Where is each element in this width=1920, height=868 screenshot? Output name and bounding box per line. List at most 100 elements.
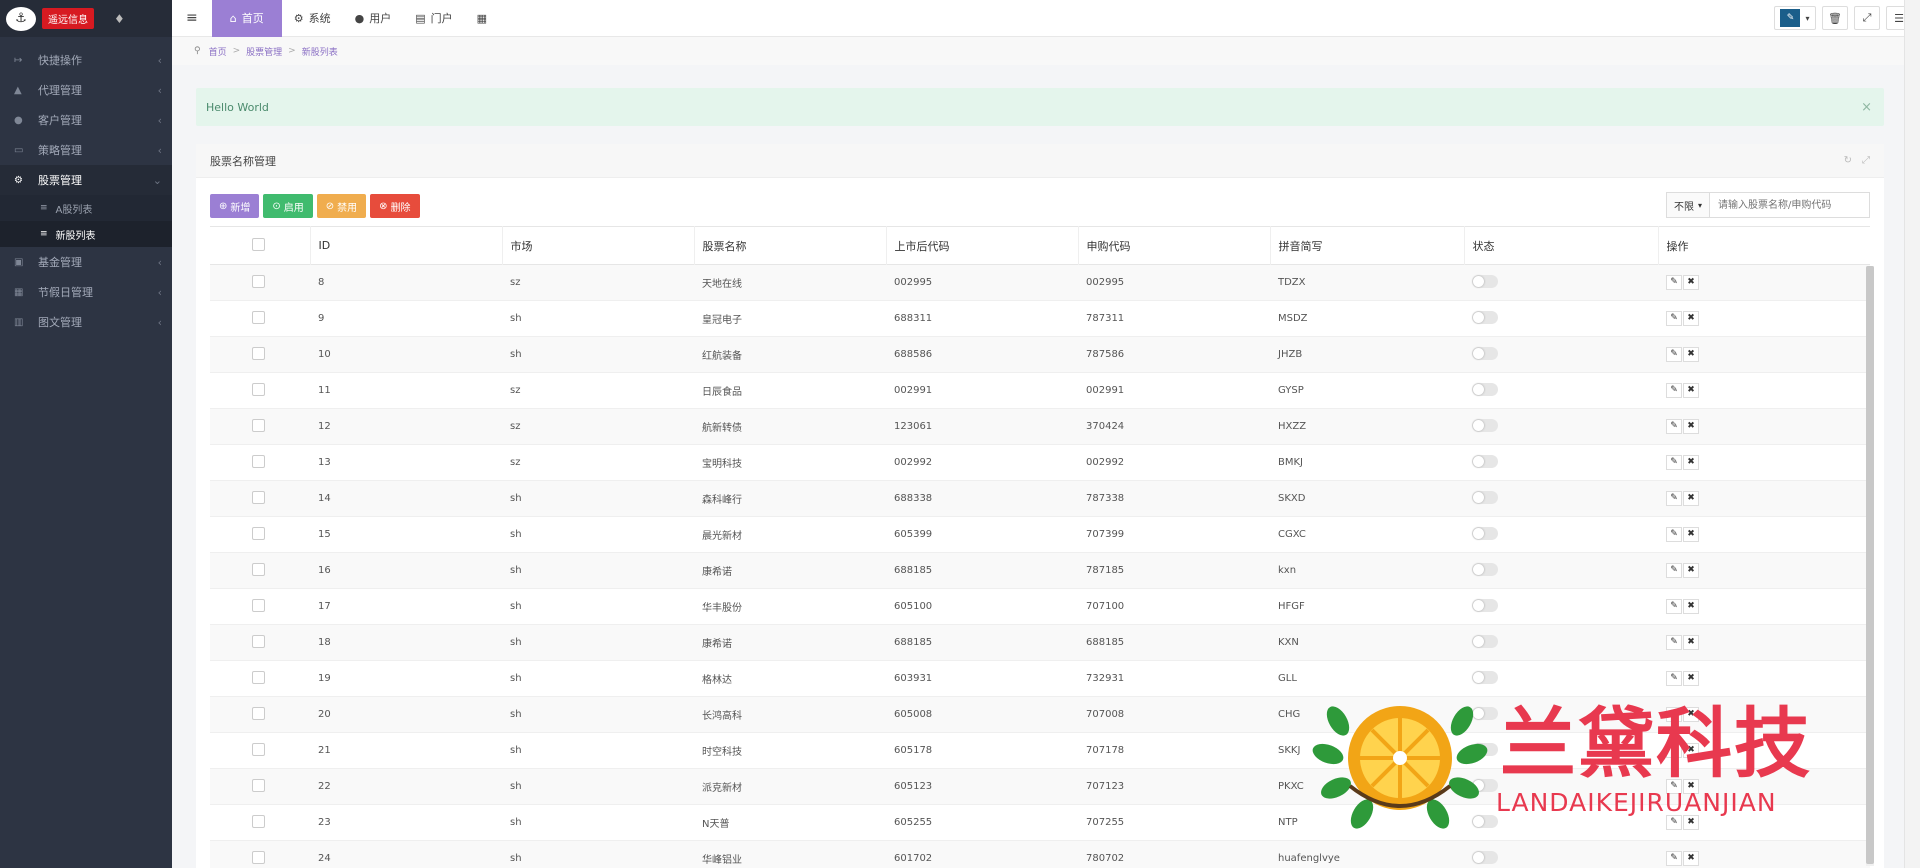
row-checkbox[interactable] [252,310,265,324]
table-row[interactable]: 21 sh 时空科技 605178 707178 SKKJ ✎ ✖ [210,733,1870,769]
col-status[interactable]: 状态 [1464,226,1659,265]
delete-row-button[interactable]: ✖ [1683,311,1699,326]
status-toggle[interactable] [1472,706,1498,720]
disable-button[interactable]: ⊘ 禁用 [316,194,367,218]
edit-button[interactable]: ✎ [1666,851,1682,866]
delete-row-button[interactable]: ✖ [1683,779,1699,794]
enable-button[interactable]: ⊙ 启用 [263,194,313,218]
delete-row-button[interactable]: ✖ [1683,383,1699,398]
status-toggle[interactable] [1472,670,1498,684]
delete-row-button[interactable]: ✖ [1683,635,1699,650]
grid-button[interactable]: ▦ [465,0,499,37]
edit-button[interactable]: ✎ [1666,275,1682,290]
tab-system[interactable]: ⚙ 系统 [282,0,343,37]
sidebar-item-strategy[interactable]: ▭ 策略管理 ‹ [0,135,172,165]
status-toggle[interactable] [1472,310,1498,324]
row-checkbox[interactable] [252,490,265,504]
status-toggle[interactable] [1472,562,1498,576]
menu-toggle-button[interactable]: ≡ [172,0,212,37]
edit-button[interactable]: ✎ [1666,815,1682,830]
table-row[interactable]: 10 sh 红航装备 688586 787586 JHZB ✎ ✖ [210,336,1870,373]
status-toggle[interactable] [1472,454,1498,468]
status-toggle[interactable] [1472,634,1498,648]
row-checkbox[interactable] [252,418,265,432]
tab-home[interactable]: ⌂ 首页 [211,0,282,37]
edit-button[interactable]: ✎ [1666,455,1682,470]
expand-icon[interactable]: ⤢ [1862,155,1870,166]
sidebar-subitem-a-stock[interactable]: ≡ A股列表 [0,195,172,221]
row-checkbox[interactable] [252,670,265,684]
tab-portal[interactable]: ▤ 门户 [403,0,464,37]
page-scrollbar[interactable] [1904,0,1920,868]
status-toggle[interactable] [1472,778,1498,792]
table-row[interactable]: 24 sh 华峰铝业 601702 780702 huafenglvye ✎ ✖ [210,840,1870,868]
table-row[interactable]: 14 sh 森科峰行 688338 787338 SKXD ✎ ✖ [210,480,1870,517]
edit-button[interactable]: ✎ [1666,599,1682,614]
status-toggle[interactable] [1472,490,1498,504]
add-button[interactable]: ⊕ 新增 [210,194,260,218]
row-checkbox[interactable] [252,346,265,360]
table-row[interactable]: 22 sh 派克新材 605123 707123 PKXC ✎ ✖ [210,768,1870,805]
row-checkbox[interactable] [252,562,265,576]
select-all-checkbox[interactable] [252,237,265,251]
table-row[interactable]: 18 sh 康希诺 688185 688185 KXN ✎ ✖ [210,624,1870,661]
delete-row-button[interactable]: ✖ [1683,275,1699,290]
table-row[interactable]: 12 sz 航新转债 123061 370424 HXZZ ✎ ✖ [210,408,1870,445]
col-market[interactable]: 市场 [502,226,695,265]
delete-row-button[interactable]: ✖ [1683,527,1699,542]
edit-button[interactable]: ✎ [1666,491,1682,506]
table-row[interactable]: 20 sh 长鸿高科 605008 707008 CHG ✎ ✖ [210,696,1870,733]
close-icon[interactable]: × [1861,100,1872,115]
table-row[interactable]: 11 sz 日辰食品 002991 002991 GYSP ✎ ✖ [210,373,1870,409]
sidebar-item-image-text[interactable]: ▥ 图文管理 ‹ [0,307,172,337]
search-input[interactable] [1710,192,1870,218]
row-checkbox[interactable] [252,814,265,828]
refresh-icon[interactable]: ↻ [1844,155,1852,166]
table-row[interactable]: 9 sh 皇冠电子 688311 787311 MSDZ ✎ ✖ [210,301,1870,337]
edit-button[interactable]: ✎ [1666,635,1682,650]
edit-button[interactable]: ✎ [1666,347,1682,362]
delete-row-button[interactable]: ✖ [1683,419,1699,434]
delete-row-button[interactable]: ✖ [1683,815,1699,830]
status-toggle[interactable] [1472,742,1498,756]
logo-icon[interactable]: ⚓ [6,6,36,31]
status-toggle[interactable] [1472,274,1498,288]
delete-row-button[interactable]: ✖ [1683,563,1699,578]
sidebar-item-stock[interactable]: ⚙ 股票管理 ⌄ [0,165,172,195]
table-row[interactable]: 23 sh N天普 605255 707255 NTP ✎ ✖ [210,805,1870,841]
table-row[interactable]: 19 sh 格林达 603931 732931 GLL ✎ ✖ [210,661,1870,697]
row-checkbox[interactable] [252,382,265,396]
edit-button[interactable]: ✎ [1666,707,1682,722]
delete-row-button[interactable]: ✖ [1683,707,1699,722]
status-toggle[interactable] [1472,418,1498,432]
col-name[interactable]: 股票名称 [694,226,887,265]
row-checkbox[interactable] [252,850,265,864]
edit-button[interactable]: ✎ [1666,383,1682,398]
tab-user[interactable]: ● 用户 [343,0,404,37]
breadcrumb-item[interactable]: 新股列表 [302,45,338,58]
row-checkbox[interactable] [252,454,265,468]
row-checkbox[interactable] [252,634,265,648]
col-subscribe-code[interactable]: 申购代码 [1078,226,1271,265]
status-toggle[interactable] [1472,598,1498,612]
delete-row-button[interactable]: ✖ [1683,599,1699,614]
delete-row-button[interactable]: ✖ [1683,455,1699,470]
edit-button[interactable]: ✎ [1666,563,1682,578]
row-checkbox[interactable] [252,778,265,792]
status-toggle[interactable] [1472,814,1498,828]
scrollbar-thumb[interactable] [1866,266,1874,864]
edit-button[interactable]: ✎ [1666,311,1682,326]
delete-row-button[interactable]: ✖ [1683,851,1699,866]
table-row[interactable]: 15 sh 晨光新材 605399 707399 CGXC ✎ ✖ [210,517,1870,553]
table-row[interactable]: 8 sz 天地在线 002995 002995 TDZX ✎ ✖ [210,264,1870,301]
clear-cache-button[interactable]: 🗑 [1822,6,1848,30]
breadcrumb-item[interactable]: 股票管理 [246,45,282,58]
delete-row-button[interactable]: ✖ [1683,347,1699,362]
delete-row-button[interactable]: ✖ [1683,743,1699,758]
edit-button[interactable]: ✎ [1666,743,1682,758]
col-id[interactable]: ID [310,226,503,265]
table-row[interactable]: 16 sh 康希诺 688185 787185 kxn ✎ ✖ [210,552,1870,589]
row-checkbox[interactable] [252,274,265,288]
table-row[interactable]: 13 sz 宝明科技 002992 002992 BMKJ ✎ ✖ [210,445,1870,481]
sidebar-item-shortcut[interactable]: ↦ 快捷操作 ‹ [0,45,172,75]
